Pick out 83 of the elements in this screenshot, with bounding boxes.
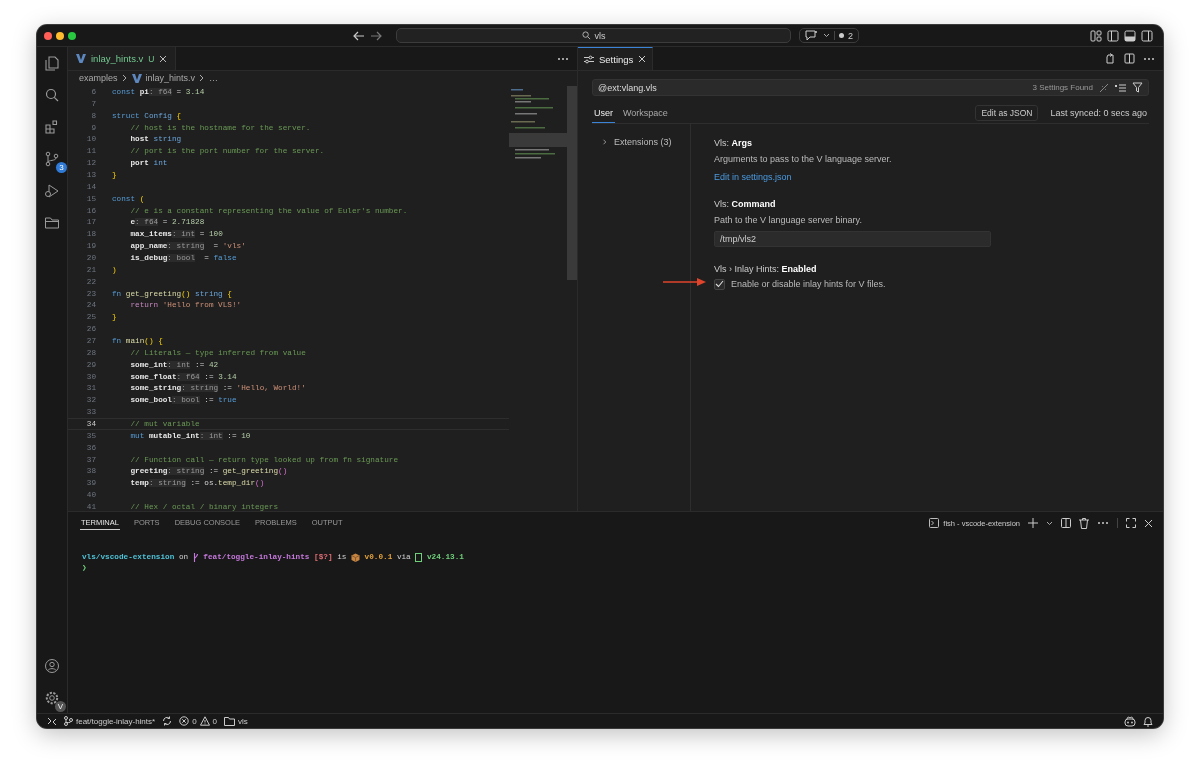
package-icon [350,552,360,562]
toggle-secondary-sidebar-icon[interactable] [1141,29,1153,42]
setting-input-field[interactable]: /tmp/vls2 [714,231,991,247]
results-count: 3 Settings Found [1032,83,1093,92]
sync-icon[interactable] [162,716,173,726]
filter-icon[interactable] [1132,82,1143,93]
zoom-window-button[interactable] [68,31,76,40]
new-terminal-icon[interactable] [1028,518,1038,528]
error-icon [179,716,190,726]
setting-title: Vls: Args [714,137,753,149]
node-icon [415,552,423,562]
scope-tab[interactable]: Workspace [621,104,670,123]
customize-layout-icon[interactable] [1090,29,1102,42]
open-json-icon[interactable] [1105,53,1116,64]
search-icon[interactable] [44,87,60,103]
scope-tab[interactable]: User [592,104,615,123]
copilot-icon[interactable] [1124,715,1136,727]
close-icon[interactable] [1144,518,1153,528]
changes-badge: 3 [56,162,67,173]
settings-sliders-icon [584,54,594,64]
toc-item[interactable]: Extensions (3) [578,137,690,147]
settings-tab[interactable]: Settings [578,47,654,70]
maximize-icon[interactable] [1126,518,1136,528]
checkbox[interactable] [714,278,725,290]
trash-icon[interactable] [1079,517,1089,529]
branch-icon [64,716,73,726]
close-window-button[interactable] [44,31,52,40]
settings-icon[interactable] [44,690,60,706]
sync-status: Last synced: 0 secs ago [1050,107,1147,118]
more-icon[interactable] [1143,56,1155,61]
list-icon[interactable] [1115,82,1126,93]
search-icon [581,31,591,40]
more-icon[interactable] [557,56,569,61]
setting-title: Vls › Inlay Hints: Enabled [714,263,817,275]
breadcrumb-item[interactable]: examples [79,73,118,83]
back-arrow-icon[interactable] [353,30,365,41]
close-icon[interactable] [638,55,647,63]
toggle-panel-icon[interactable] [1124,29,1136,42]
breadcrumb-item[interactable]: inlay_hints.v [145,73,196,83]
problems-status[interactable]: 0 0 [179,716,218,726]
editor-tab[interactable]: inlay_hints.v U [68,47,177,70]
close-icon[interactable] [159,54,168,63]
chevron-down-icon[interactable] [1046,520,1053,526]
v-logo-icon [131,73,142,83]
command-center-search[interactable]: vls [396,28,791,43]
chevron-right-icon [199,74,206,82]
forward-arrow-icon[interactable] [370,30,382,41]
more-icon[interactable] [1097,521,1109,525]
split-terminal-icon[interactable] [1061,518,1071,528]
scrollbar-thumb[interactable] [567,86,577,280]
source-control-icon[interactable] [44,151,60,167]
setting-description: Enable or disable inlay hints for V files. [731,278,886,290]
toggle-sidebar-icon[interactable] [1107,29,1119,42]
folder-status[interactable]: vls [224,716,248,726]
notifications-icon[interactable] [1143,715,1153,727]
profile-badge: V [55,701,66,712]
breadcrumb-item[interactable]: … [209,73,219,83]
edit-settings-link[interactable]: Edit in settings.json [714,172,792,182]
extensions-icon[interactable] [44,119,60,135]
run-debug-icon[interactable] [44,183,60,199]
v-logo-icon [76,54,86,63]
split-editor-icon[interactable] [1124,53,1135,64]
folder-icon [224,716,236,726]
setting-title: Vls: Command [714,198,776,210]
warning-icon [199,716,210,726]
settings-search-field[interactable]: @ext:vlang.vls 3 Settings Found [592,79,1149,96]
setting-description: Arguments to pass to the V language server. [714,153,892,165]
chevron-down-icon [823,33,830,38]
branch-icon [192,552,199,562]
explorer-icon[interactable] [44,55,60,71]
branch-status[interactable]: feat/toggle-inlay-hints* [64,716,156,726]
chevron-icon [602,138,608,146]
terminal-icon [929,518,940,528]
clear-filter-icon[interactable] [1099,82,1109,93]
chevron-right-icon [121,74,128,82]
account-icon[interactable] [44,658,60,674]
chat-icon [805,30,819,41]
minimize-window-button[interactable] [56,31,64,40]
chat-button[interactable]: 2 [799,28,859,43]
folder-icon[interactable] [44,215,60,231]
setting-description: Path to the V language server binary. [714,214,862,226]
edit-as-json-button[interactable]: Edit as JSON [975,104,1039,121]
remote-icon[interactable] [47,716,57,726]
